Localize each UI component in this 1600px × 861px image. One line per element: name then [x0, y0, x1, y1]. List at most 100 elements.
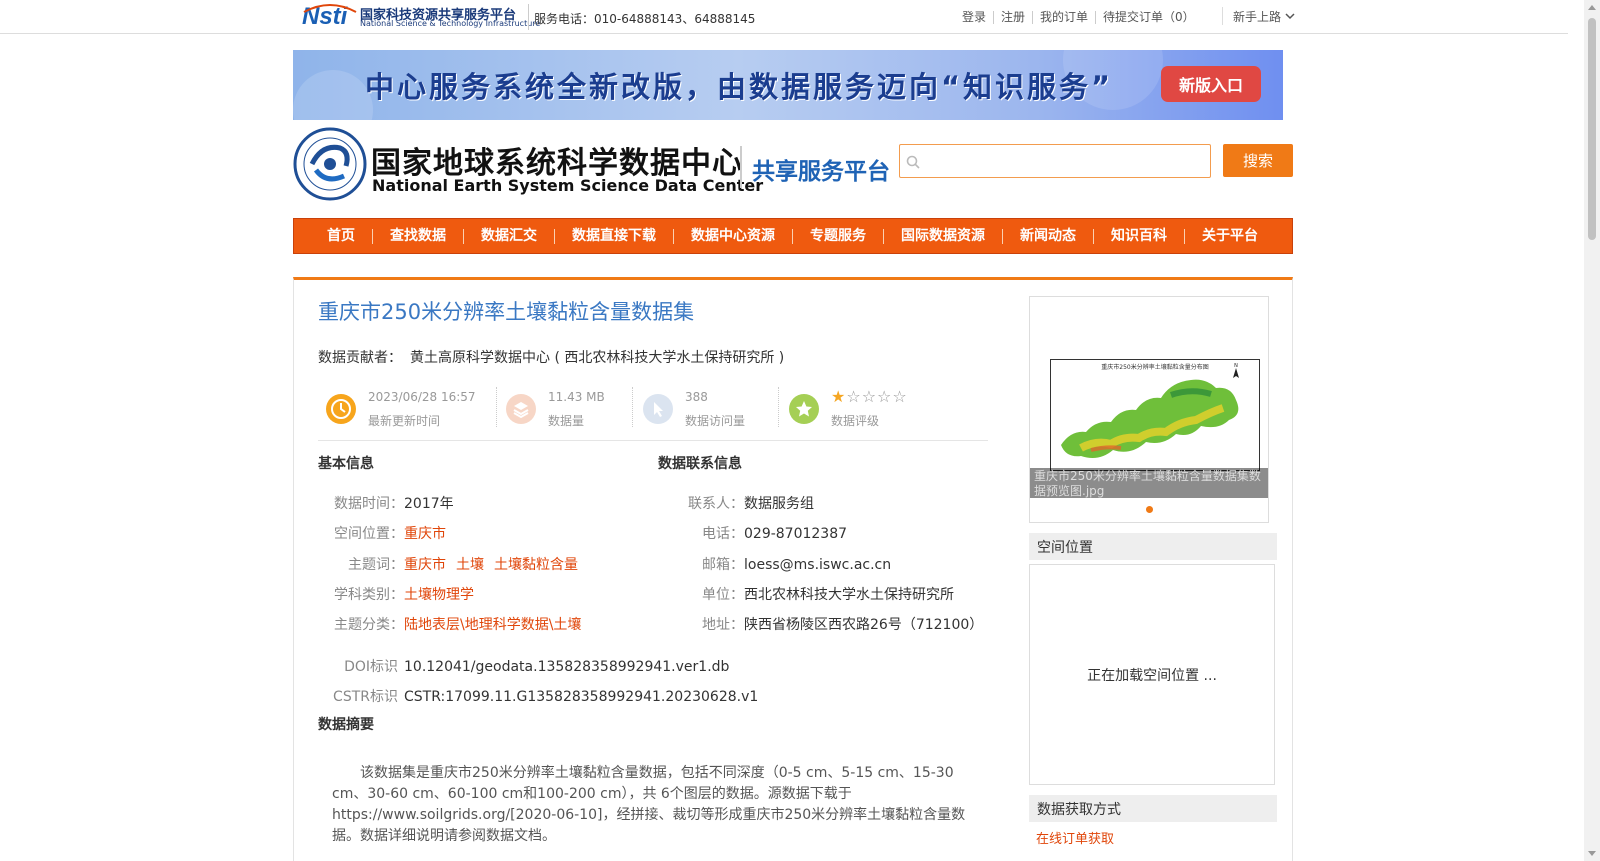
- contact-person-row: 联系人：数据服务组: [658, 493, 814, 513]
- contact-email-row: 邮箱：loess@ms.iswc.ac.cn: [658, 554, 891, 574]
- dataset-stats: 2023/06/28 16:57 最新更新时间 11.43 MB 数据量 388…: [318, 383, 988, 441]
- contributor-line: 数据贡献者： 黄土高原科学数据中心 ( 西北农林科技大学水土保持研究所 ): [318, 347, 784, 367]
- nav-item-topic-services[interactable]: 专题服务: [793, 228, 884, 244]
- contact-email-label: 邮箱：: [702, 557, 744, 573]
- nav-item-news[interactable]: 新闻动态: [1003, 228, 1094, 244]
- register-link[interactable]: 注册: [994, 11, 1034, 24]
- contact-info-heading: 数据联系信息: [658, 456, 742, 472]
- data-time-label: 数据时间：: [334, 496, 404, 512]
- doi-label: DOI标识: [344, 659, 398, 675]
- search-button[interactable]: 搜索: [1223, 144, 1293, 177]
- doi-row: DOI标识 10.12041/geodata.135828358992941.ve…: [318, 656, 729, 676]
- contact-person-label: 联系人：: [688, 496, 744, 512]
- discipline-label: 学科类别：: [334, 587, 404, 603]
- keyword-tag[interactable]: 重庆市: [404, 557, 446, 573]
- preview-map-image[interactable]: 重庆市250米分辨率土壤黏粒含量分布图 N: [1050, 359, 1260, 471]
- keywords-row: 主题词：重庆市 土壤 土壤黏粒含量: [318, 554, 588, 574]
- top-bar: Nsti 国家科技资源共享服务平台 National Science & Tec…: [0, 0, 1568, 34]
- cursor-icon: [643, 394, 673, 424]
- category-label: 主题分类：: [334, 617, 404, 633]
- discipline-link[interactable]: 土壤物理学: [404, 587, 474, 603]
- contact-phone-row: 电话：029-87012387: [658, 523, 847, 543]
- stat-visits: 388 数据访问量: [635, 383, 775, 431]
- keyword-tag[interactable]: 土壤: [456, 557, 484, 573]
- nav-item-about[interactable]: 关于平台: [1185, 228, 1275, 244]
- login-link[interactable]: 登录: [955, 11, 995, 24]
- space-link[interactable]: 重庆市: [404, 526, 446, 542]
- nsti-logo-subtext: National Science & Technology Infrastruc…: [360, 19, 541, 28]
- contact-org-value: 西北农林科技大学水土保持研究所: [744, 587, 954, 603]
- contact-phone-value: 029-87012387: [744, 526, 848, 542]
- data-time-row: 数据时间：2017年: [318, 493, 454, 513]
- nsti-logo[interactable]: Nsti 国家科技资源共享服务平台 National Science & Tec…: [300, 2, 540, 30]
- nav-item-international-resources[interactable]: 国际数据资源: [884, 228, 1003, 244]
- pending-orders-link[interactable]: 待提交订单（0）: [1096, 11, 1202, 24]
- page-scrollbar[interactable]: [1584, 0, 1600, 861]
- new-version-button[interactable]: 新版入口: [1161, 66, 1261, 102]
- beginner-guide-menu[interactable]: 新手上路: [1222, 7, 1295, 25]
- scrollbar-thumb[interactable]: [1588, 18, 1596, 240]
- space-label: 空间位置：: [334, 526, 404, 542]
- size-value: 11.43 MB: [548, 390, 605, 404]
- preview-image-carousel[interactable]: 重庆市250米分辨率土壤黏粒含量分布图 N 重庆市250米分辨率土壤黏粒含量数据…: [1029, 296, 1269, 523]
- space-map-container: 正在加载空间位置 ...: [1029, 564, 1275, 785]
- stat-divider: [496, 387, 497, 427]
- nav-item-find-data[interactable]: 查找数据: [373, 228, 464, 244]
- center-logo-emblem[interactable]: [292, 126, 372, 202]
- scroll-up-arrow[interactable]: [1588, 5, 1596, 10]
- search-icon: [906, 155, 920, 169]
- contact-address-label: 地址：: [702, 617, 744, 633]
- nav-item-home[interactable]: 首页: [310, 228, 373, 244]
- keyword-tag[interactable]: 土壤黏粒含量: [494, 557, 578, 573]
- search-input[interactable]: [924, 149, 1204, 173]
- nav-item-center-resources[interactable]: 数据中心资源: [674, 228, 793, 244]
- updated-value: 2023/06/28 16:57: [368, 390, 476, 404]
- nav-item-knowledge-base[interactable]: 知识百科: [1094, 228, 1185, 244]
- space-section-heading: 空间位置: [1029, 533, 1277, 560]
- service-phone: 服务电话：010-64888143、64888145: [534, 12, 756, 26]
- my-orders-link[interactable]: 我的订单: [1033, 11, 1097, 24]
- online-order-link[interactable]: 在线订单获取: [1036, 828, 1114, 847]
- dataset-title: 重庆市250米分辨率土壤黏粒含量数据集: [318, 300, 695, 324]
- star-filled-icon[interactable]: ★: [831, 387, 846, 406]
- top-links: 登录 注册 我的订单 待提交订单（0）: [955, 11, 1202, 24]
- star-badge-icon: [789, 394, 819, 424]
- nav-item-direct-download[interactable]: 数据直接下载: [555, 228, 674, 244]
- rating-stars[interactable]: ★☆☆☆☆: [831, 387, 908, 406]
- contact-email-value[interactable]: loess@ms.iswc.ac.cn: [744, 557, 891, 573]
- contributor-label: 数据贡献者：: [318, 350, 402, 366]
- doi-value[interactable]: 10.12041/geodata.135828358992941.ver1.db: [404, 659, 729, 675]
- contact-phone-label: 电话：: [702, 526, 744, 542]
- nav-item-data-submission[interactable]: 数据汇交: [464, 228, 555, 244]
- stat-divider: [778, 387, 779, 427]
- star-empty-icon[interactable]: ☆: [862, 387, 877, 406]
- scroll-down-arrow[interactable]: [1588, 851, 1596, 856]
- contact-address-row: 地址：陕西省杨陵区西农路26号（712100）: [658, 614, 983, 634]
- star-empty-icon[interactable]: ☆: [846, 387, 861, 406]
- abstract-text: 该数据集是重庆市250米分辨率土壤黏粒含量数据，包括不同深度（0-5 cm、5-…: [332, 765, 966, 844]
- keywords-label: 主题词：: [348, 557, 404, 573]
- category-link[interactable]: 陆地表层\地理科学数据\土壤: [404, 617, 581, 633]
- category-row: 主题分类：陆地表层\地理科学数据\土壤: [318, 614, 591, 634]
- star-empty-icon[interactable]: ☆: [892, 387, 907, 406]
- chevron-down-icon: [1285, 13, 1295, 20]
- star-empty-icon[interactable]: ☆: [877, 387, 892, 406]
- header-divider: [740, 146, 742, 188]
- preview-caption: 重庆市250米分辨率土壤黏粒含量数据集数据预览图.jpg: [1030, 468, 1268, 498]
- layers-icon: [506, 394, 536, 424]
- discipline-row: 学科类别：土壤物理学: [318, 584, 484, 604]
- promo-banner[interactable]: 中心服务系统全新改版，由数据服务迈向“知识服务” 新版入口: [293, 50, 1283, 120]
- access-section-heading: 数据获取方式: [1029, 795, 1277, 822]
- svg-text:N: N: [1234, 363, 1238, 369]
- size-label: 数据量: [548, 414, 585, 428]
- contributor-value: 黄土高原科学数据中心 ( 西北农林科技大学水土保持研究所 ): [410, 350, 785, 366]
- abstract-heading: 数据摘要: [318, 717, 374, 733]
- clock-icon: [326, 394, 356, 424]
- rating-label: 数据评级: [831, 414, 880, 428]
- beginner-guide-label: 新手上路: [1233, 9, 1282, 24]
- cstr-row: CSTR标识 CSTR:17099.11.G135828358992941.202…: [318, 686, 758, 706]
- carousel-dot[interactable]: [1146, 506, 1153, 513]
- data-time-value: 2017年: [404, 496, 454, 512]
- search-box[interactable]: [899, 144, 1211, 178]
- cstr-value[interactable]: CSTR:17099.11.G135828358992941.20230628.…: [404, 689, 758, 705]
